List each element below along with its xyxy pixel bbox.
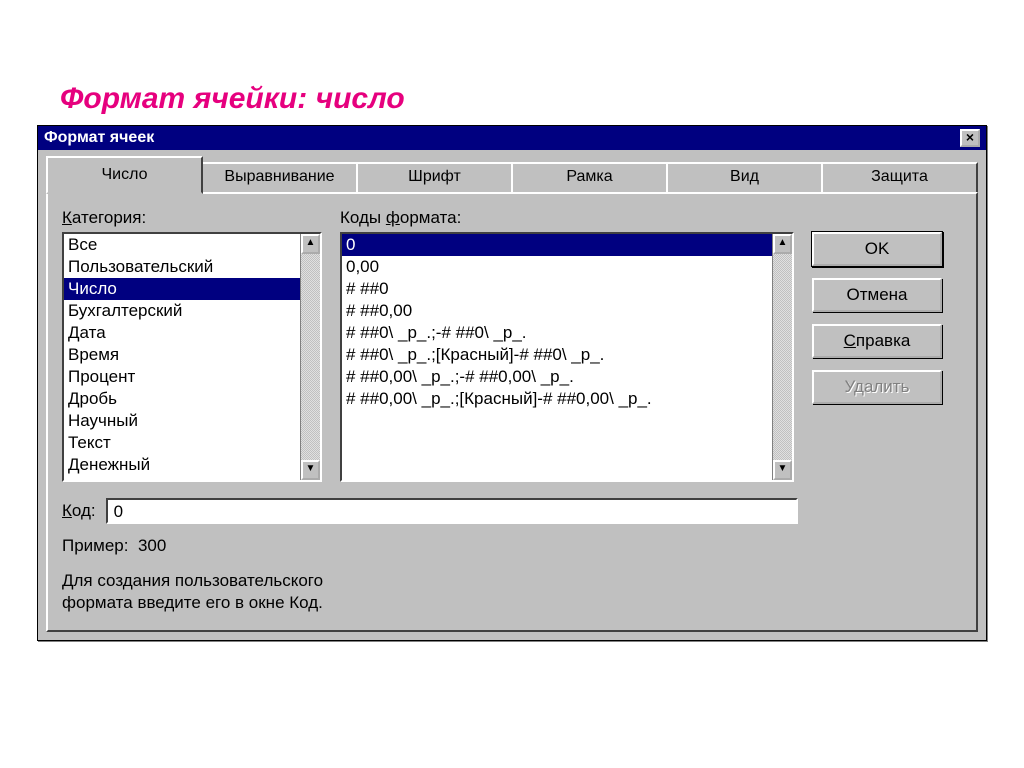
list-item[interactable]: # ##0\ _р_.;[Красный]-# ##0\ _р_. xyxy=(342,344,772,366)
list-item[interactable]: 0 xyxy=(342,234,772,256)
list-item[interactable]: Дробь xyxy=(64,388,300,410)
list-item[interactable]: Процент xyxy=(64,366,300,388)
list-item[interactable]: # ##0 xyxy=(342,278,772,300)
example-label: Пример: xyxy=(62,536,129,555)
scrollbar[interactable]: ▲ ▼ xyxy=(300,234,320,480)
help-button[interactable]: Справка xyxy=(812,324,942,358)
example-value: 300 xyxy=(138,536,166,555)
scrollbar[interactable]: ▲ ▼ xyxy=(772,234,792,480)
list-item[interactable]: Число xyxy=(64,278,300,300)
list-item[interactable]: Текст xyxy=(64,432,300,454)
titlebar-text: Формат ячеек xyxy=(44,129,154,147)
codes-label: Коды формата: xyxy=(340,208,794,228)
close-button[interactable]: × xyxy=(960,129,980,147)
delete-button: Удалить xyxy=(812,370,942,404)
tab-number[interactable]: Число xyxy=(46,156,203,194)
format-codes-listbox[interactable]: 0 0,00 # ##0 # ##0,00 # ##0\ _р_.;-# ##0… xyxy=(340,232,794,482)
scroll-up-icon[interactable]: ▲ xyxy=(301,234,320,254)
ok-button[interactable]: OK xyxy=(812,232,942,266)
list-item[interactable]: # ##0,00\ _р_.;-# ##0,00\ _р_. xyxy=(342,366,772,388)
scroll-up-icon[interactable]: ▲ xyxy=(773,234,792,254)
format-cells-dialog: Формат ячеек × Число Выравнивание Шрифт … xyxy=(37,125,987,641)
scroll-track[interactable] xyxy=(301,254,320,460)
list-item[interactable]: Пользовательский xyxy=(64,256,300,278)
list-item[interactable]: Дата xyxy=(64,322,300,344)
tabs: Число Выравнивание Шрифт Рамка Вид Защит… xyxy=(46,158,978,194)
slide-title: Формат ячейки: число xyxy=(60,82,405,116)
titlebar[interactable]: Формат ячеек × xyxy=(38,126,986,150)
example-row: Пример: 300 xyxy=(62,536,962,556)
scroll-down-icon[interactable]: ▼ xyxy=(773,460,792,480)
code-input[interactable]: 0 xyxy=(106,498,798,524)
list-item[interactable]: # ##0,00\ _р_.;[Красный]-# ##0,00\ _р_. xyxy=(342,388,772,410)
list-item[interactable]: 0,00 xyxy=(342,256,772,278)
category-label: Категория: xyxy=(62,208,322,228)
list-item[interactable]: # ##0,00 xyxy=(342,300,772,322)
cancel-button[interactable]: Отмена xyxy=(812,278,942,312)
hint-text: Для создания пользовательского формата в… xyxy=(62,570,962,614)
scroll-down-icon[interactable]: ▼ xyxy=(301,460,320,480)
scroll-track[interactable] xyxy=(773,254,792,460)
list-item[interactable]: Денежный xyxy=(64,454,300,476)
close-icon: × xyxy=(966,129,974,145)
category-listbox[interactable]: Все Пользовательский Число Бухгалтерский… xyxy=(62,232,322,482)
list-item[interactable]: # ##0\ _р_.;-# ##0\ _р_. xyxy=(342,322,772,344)
list-item[interactable]: Научный xyxy=(64,410,300,432)
list-item[interactable]: Бухгалтерский xyxy=(64,300,300,322)
tab-panel-number: Категория: Все Пользовательский Число Бу… xyxy=(46,192,978,632)
list-item[interactable]: Все xyxy=(64,234,300,256)
list-item[interactable]: Время xyxy=(64,344,300,366)
code-label: Код: xyxy=(62,501,96,521)
